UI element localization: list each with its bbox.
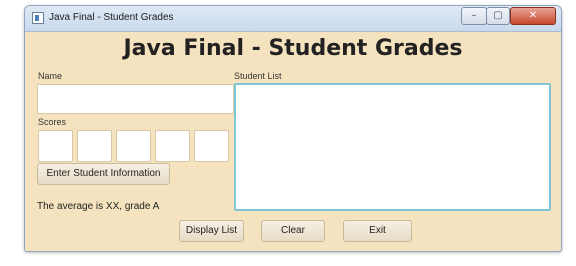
score-field-1[interactable] [38, 130, 73, 162]
enter-student-button[interactable]: Enter Student Information [37, 163, 170, 185]
student-list-area[interactable] [234, 83, 551, 211]
student-list-label: Student List [234, 71, 282, 81]
name-label: Name [38, 71, 63, 81]
close-button[interactable]: ✕ [510, 7, 556, 25]
average-text: The average is XX, grade A [37, 201, 160, 212]
exit-button[interactable]: Exit [343, 220, 412, 242]
scores-label: Scores [38, 117, 67, 127]
name-field[interactable] [37, 84, 234, 114]
score-field-4[interactable] [155, 130, 190, 162]
title-bar[interactable]: Java Final - Student Grades – ▢ ✕ [25, 6, 561, 32]
minimize-button[interactable]: – [461, 7, 487, 25]
app-icon [32, 12, 44, 24]
clear-button[interactable]: Clear [261, 220, 325, 242]
score-field-2[interactable] [77, 130, 112, 162]
score-field-3[interactable] [116, 130, 151, 162]
app-window: Java Final - Student Grades – ▢ ✕ Java F… [24, 5, 562, 252]
window-title: Java Final - Student Grades [49, 12, 174, 23]
display-list-button[interactable]: Display List [179, 220, 244, 242]
page-title: Java Final - Student Grades [123, 36, 463, 61]
score-field-5[interactable] [194, 130, 229, 162]
maximize-button[interactable]: ▢ [486, 7, 510, 25]
